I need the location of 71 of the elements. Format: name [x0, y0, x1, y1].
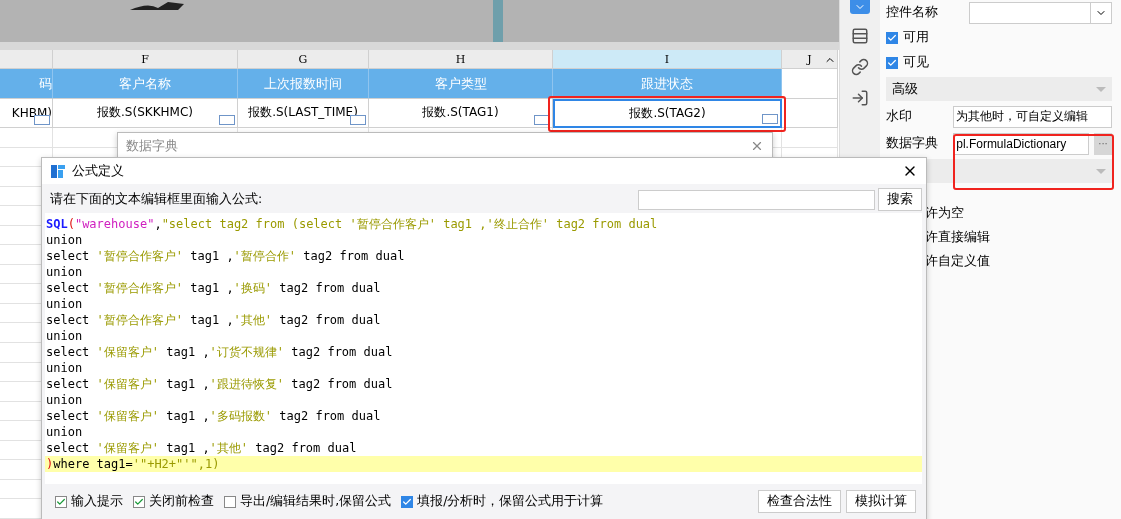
- checkbox[interactable]: [886, 31, 899, 44]
- checkbox-label: 关闭前检查: [149, 493, 214, 510]
- checkbox[interactable]: [224, 495, 236, 508]
- option-label: 许直接编辑: [925, 228, 991, 246]
- column-letter[interactable]: H: [369, 49, 553, 70]
- field-label: 数据字典: [886, 135, 940, 152]
- search-field[interactable]: [638, 189, 875, 210]
- cell-marker-icon: [762, 114, 778, 124]
- checkbox-label: 输入提示: [71, 493, 123, 510]
- action-button[interactable]: 模拟计算: [846, 490, 916, 513]
- code-line: union: [45, 392, 84, 408]
- checkbox[interactable]: [886, 56, 899, 69]
- app-logo-icon: [50, 163, 66, 179]
- watermark-field[interactable]: 为其他时，可自定义编辑: [953, 105, 1112, 128]
- table-cell: 码: [0, 69, 53, 99]
- prompt-text: 请在下面的文本编辑框里面输入公式:: [50, 191, 263, 208]
- code-line: union: [45, 360, 84, 376]
- field-label: 控件名称: [886, 4, 940, 21]
- field-label: 水印: [886, 108, 914, 125]
- code-editor[interactable]: [45, 213, 922, 484]
- code-line: union: [45, 264, 84, 280]
- dialog-title: 数据字典: [126, 137, 178, 155]
- code-line: SQL("warehouse","select tag2 from (select '暂停合作客户' tag1 ,'终止合作' tag2 from dual: [45, 216, 659, 232]
- table-cell[interactable]: 报数.S(SKKHMC): [53, 98, 238, 128]
- dictionary-field[interactable]: pl.FormulaDictionary: [953, 132, 1089, 155]
- column-letter[interactable]: [0, 49, 53, 70]
- code-line: select '保留客户' tag1 ,'其他' tag2 from dual: [45, 440, 358, 456]
- code-line: select '保留客户' tag1 ,'多码报数' tag2 from dual: [45, 408, 382, 424]
- table-cell[interactable]: [782, 128, 838, 148]
- code-line: select '暂停合作客户' tag1 ,'暂停合作' tag2 from dual: [45, 248, 406, 264]
- table-cell: 跟进状态: [553, 69, 782, 99]
- checkbox-label: 填报/分析时，保留公式用于计算: [417, 493, 604, 510]
- more-button[interactable]: ···: [1094, 132, 1112, 155]
- code-line: union: [45, 424, 84, 440]
- table-cell[interactable]: 报数.S(LAST_TIME): [238, 98, 369, 128]
- import-icon[interactable]: [851, 89, 870, 107]
- cell-marker-icon: [219, 115, 235, 125]
- action-button[interactable]: 检查合法性: [758, 490, 841, 513]
- code-line: select '暂停合作客户' tag1 ,'换码' tag2 from dual: [45, 280, 382, 296]
- code-line: union: [45, 296, 84, 312]
- table-cell[interactable]: [0, 128, 53, 148]
- checkbox-label: 可见: [903, 54, 930, 71]
- table-cell: 客户类型: [369, 69, 553, 99]
- search-button[interactable]: 搜索: [878, 188, 922, 211]
- code-line: select '暂停合作客户' tag1 ,'其他' tag2 from dual: [45, 312, 382, 328]
- table-cell[interactable]: 报数.S(TAG1): [369, 98, 553, 128]
- code-line: union: [45, 232, 84, 248]
- dropdown-widget-icon[interactable]: [850, 0, 871, 14]
- checkbox[interactable]: [133, 495, 145, 508]
- checkbox[interactable]: [401, 495, 414, 508]
- column-letter[interactable]: G: [238, 49, 369, 70]
- code-line: select '保留客户' tag1 ,'跟进待恢复' tag2 from dual: [45, 376, 394, 392]
- table-cell: 上次报数时间: [238, 69, 369, 99]
- code-line: union: [45, 328, 84, 344]
- option-label: 许为空: [925, 204, 965, 222]
- checkbox-label: 导出/编辑结果时,保留公式: [240, 493, 392, 510]
- link-icon[interactable]: [851, 58, 870, 76]
- checkbox-label: 可用: [903, 29, 930, 46]
- rows-icon[interactable]: [851, 27, 870, 45]
- table-cell[interactable]: [782, 98, 838, 128]
- table-cell[interactable]: 报数.S(TAG2): [553, 98, 782, 128]
- option-label: 许自定义值: [925, 252, 991, 270]
- section-header[interactable]: 高级: [886, 77, 1112, 101]
- code-line: select '保留客户' tag1 ,'订货不规律' tag2 from dual: [45, 344, 394, 360]
- column-letter[interactable]: F: [53, 49, 238, 70]
- checkbox[interactable]: [55, 495, 67, 508]
- dialog-title: 公式定义: [72, 162, 124, 180]
- cell-marker-icon: [534, 115, 550, 125]
- column-letter[interactable]: I: [553, 49, 782, 70]
- cell-marker-icon: [34, 115, 50, 125]
- table-cell: 客户名称: [53, 69, 238, 99]
